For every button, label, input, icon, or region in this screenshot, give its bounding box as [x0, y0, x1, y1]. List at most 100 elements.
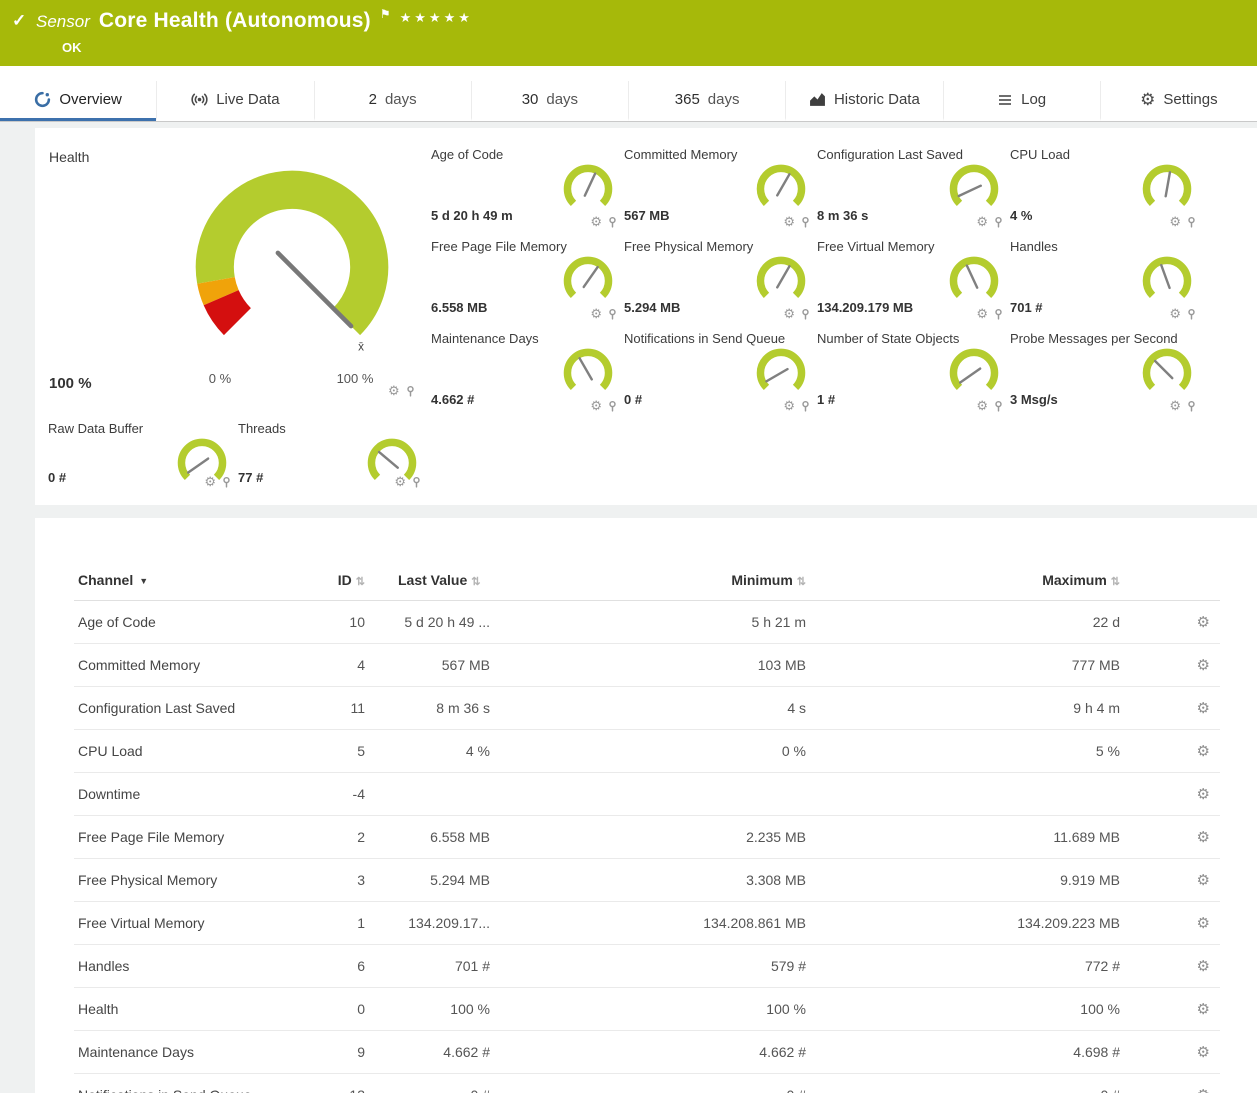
gauge: [560, 251, 616, 307]
gear-icon[interactable]: ⚙: [1169, 215, 1181, 228]
health-gauge-label: Health: [49, 149, 89, 165]
channel-settings-icon[interactable]: ⚙: [1197, 657, 1210, 674]
pin-icon[interactable]: [607, 216, 618, 228]
channel-maximum: 9 h 4 m: [810, 687, 1124, 730]
channel-minimum: 100 %: [494, 988, 810, 1031]
table-row: Downtime -4 ⚙: [74, 773, 1220, 816]
gear-icon[interactable]: ⚙: [590, 215, 602, 228]
pin-icon[interactable]: [800, 216, 811, 228]
priority-stars[interactable]: ★★★★★: [400, 10, 473, 26]
channel-settings-icon[interactable]: ⚙: [1197, 829, 1210, 846]
gauge-needle: [584, 267, 598, 287]
channel-id: -4: [314, 773, 369, 816]
tab-log[interactable]: Log: [943, 81, 1100, 121]
channel-id: 13: [314, 1074, 369, 1093]
pin-icon[interactable]: [1186, 216, 1197, 228]
channel-maximum: 777 MB: [810, 644, 1124, 687]
channel-settings-icon[interactable]: ⚙: [1197, 1087, 1210, 1093]
channel-last-value: 4 %: [369, 730, 494, 773]
tab-365-days-label: days: [708, 91, 740, 108]
pin-icon[interactable]: [607, 400, 618, 412]
col-id[interactable]: ID⇅: [314, 560, 369, 601]
channel-id: 0: [314, 988, 369, 1031]
gauges-panel: Health x̄ 0 % 100 % 100 % ⚙ Age of Code …: [35, 128, 1257, 505]
pin-icon[interactable]: [993, 400, 1004, 412]
page-title: Core Health (Autonomous): [99, 9, 371, 33]
gauge-value: 4.662 #: [431, 392, 474, 407]
table-row: Committed Memory 4 567 MB 103 MB 777 MB …: [74, 644, 1220, 687]
col-minimum[interactable]: Minimum⇅: [494, 560, 810, 601]
channel-maximum: 100 %: [810, 988, 1124, 1031]
tab-live-data-label: Live Data: [216, 91, 279, 108]
channel-minimum: 0 %: [494, 730, 810, 773]
gauge: [1139, 251, 1195, 307]
channel-minimum: 5 h 21 m: [494, 601, 810, 644]
gear-icon[interactable]: ⚙: [783, 215, 795, 228]
channel-settings-icon[interactable]: ⚙: [1197, 700, 1210, 717]
gear-icon[interactable]: ⚙: [976, 307, 988, 320]
col-last-value[interactable]: Last Value⇅: [369, 560, 494, 601]
gear-icon[interactable]: ⚙: [1169, 307, 1181, 320]
pin-icon[interactable]: [1186, 308, 1197, 320]
gauge: [1139, 343, 1195, 399]
channel-settings-icon[interactable]: ⚙: [1197, 915, 1210, 932]
tab-settings[interactable]: ⚙ Settings: [1100, 81, 1257, 121]
channel-last-value: 701 #: [369, 945, 494, 988]
channel-settings-icon[interactable]: ⚙: [1197, 1001, 1210, 1018]
channel-minimum: 103 MB: [494, 644, 810, 687]
channel-minimum: 4 s: [494, 687, 810, 730]
gear-icon[interactable]: ⚙: [976, 215, 988, 228]
mean-marker: x̄: [358, 340, 364, 354]
channel-maximum: 772 #: [810, 945, 1124, 988]
pin-icon[interactable]: [1186, 400, 1197, 412]
channel-settings-icon[interactable]: ⚙: [1197, 958, 1210, 975]
channel-minimum: 2.235 MB: [494, 816, 810, 859]
channel-settings-icon[interactable]: ⚙: [1197, 1044, 1210, 1061]
tab-30-days[interactable]: 30 days: [471, 81, 628, 121]
channel-last-value: 5.294 MB: [369, 859, 494, 902]
gauge: [1139, 159, 1195, 215]
channel-maximum: 22 d: [810, 601, 1124, 644]
pin-icon[interactable]: [993, 216, 1004, 228]
tab-overview[interactable]: Overview: [0, 81, 156, 121]
channel-settings-icon[interactable]: ⚙: [1197, 743, 1210, 760]
tab-2-days[interactable]: 2 days: [314, 81, 471, 121]
tab-365-days[interactable]: 365 days: [628, 81, 785, 121]
gauge-needle: [1166, 172, 1170, 196]
gear-icon[interactable]: ⚙: [783, 399, 795, 412]
gear-icon[interactable]: ⚙: [388, 384, 400, 397]
gauge: [946, 159, 1002, 215]
gear-icon[interactable]: ⚙: [394, 475, 406, 488]
gear-icon[interactable]: ⚙: [976, 399, 988, 412]
health-gauge: x̄: [183, 158, 401, 360]
col-maximum[interactable]: Maximum⇅: [810, 560, 1124, 601]
tab-historic-data[interactable]: Historic Data: [785, 81, 942, 121]
pin-icon[interactable]: [800, 308, 811, 320]
gauge-needle: [959, 186, 981, 196]
channel-settings-icon[interactable]: ⚙: [1197, 614, 1210, 631]
pin-icon[interactable]: [607, 308, 618, 320]
channel-settings-icon[interactable]: ⚙: [1197, 786, 1210, 803]
pin-icon[interactable]: [221, 476, 232, 488]
channel-id: 11: [314, 687, 369, 730]
channel-settings-icon[interactable]: ⚙: [1197, 872, 1210, 889]
gear-icon[interactable]: ⚙: [783, 307, 795, 320]
pin-icon[interactable]: [405, 385, 416, 397]
tab-live-data[interactable]: Live Data: [156, 81, 313, 121]
gauge-needle: [777, 266, 789, 287]
pin-icon[interactable]: [800, 400, 811, 412]
table-row: Free Virtual Memory 1 134.209.17... 134.…: [74, 902, 1220, 945]
pin-icon[interactable]: [411, 476, 422, 488]
gear-icon[interactable]: ⚙: [590, 399, 602, 412]
channel-maximum: 4.698 #: [810, 1031, 1124, 1074]
channel-id: 5: [314, 730, 369, 773]
col-channel[interactable]: Channel▼: [74, 560, 314, 601]
channel-last-value: 134.209.17...: [369, 902, 494, 945]
gauge-card: Number of State Objects 1 # ⚙: [817, 331, 1010, 423]
gear-icon[interactable]: ⚙: [1169, 399, 1181, 412]
gear-icon[interactable]: ⚙: [590, 307, 602, 320]
gear-icon[interactable]: ⚙: [204, 475, 216, 488]
pin-icon[interactable]: [993, 308, 1004, 320]
channel-minimum: 3.308 MB: [494, 859, 810, 902]
col-channel-label: Channel: [78, 572, 133, 588]
